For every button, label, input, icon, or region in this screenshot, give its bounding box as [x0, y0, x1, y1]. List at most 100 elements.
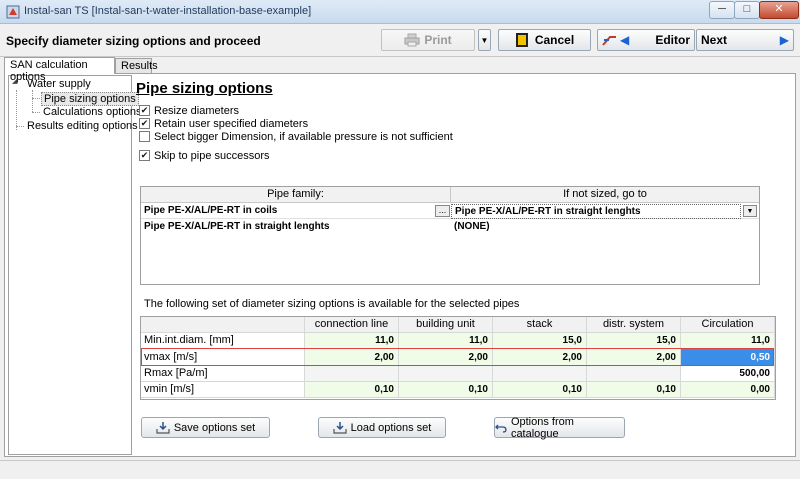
value-cell[interactable]: 11,0 [305, 333, 399, 349]
catalogue-label: Options from catalogue [510, 415, 574, 440]
column-header-pipe-family[interactable]: Pipe family: [141, 187, 451, 203]
value-cell-selected[interactable]: 0,50 [681, 349, 775, 366]
save-options-label: Save options set [173, 421, 256, 434]
row-label-vmin: vmin [m/s] [141, 382, 305, 398]
next-label: Next [701, 33, 728, 47]
table-row[interactable]: Pipe PE-X/AL/PE-RT in straight lenghts (… [141, 220, 759, 235]
value-cell[interactable]: 2,00 [587, 349, 681, 366]
value-cell[interactable]: 11,0 [681, 333, 775, 349]
tree-connector [16, 90, 17, 130]
tree-connector [32, 98, 40, 99]
value-cell[interactable]: 2,00 [493, 349, 587, 366]
chevron-down-icon: ▼ [480, 35, 489, 45]
cancel-label: Cancel [534, 33, 575, 47]
value-cell[interactable]: 15,0 [493, 333, 587, 349]
column-header-circulation[interactable]: Circulation [681, 317, 775, 333]
column-header-building-unit[interactable]: building unit [399, 317, 493, 333]
checkbox-label: Select bigger Dimension, if available pr… [154, 130, 453, 143]
save-options-set-button[interactable]: Save options set [141, 417, 270, 438]
print-label: Print [424, 33, 452, 47]
value-cell[interactable]: 0,10 [587, 382, 681, 398]
tree-item-pipe-sizing-options[interactable]: Pipe sizing options [41, 92, 139, 106]
checkbox-label: Resize diameters [154, 104, 239, 117]
skip-to-successors-checkbox[interactable]: ✔ Skip to pipe successors [139, 149, 270, 162]
row-label-min-int-diam: Min.int.diam. [mm] [141, 333, 305, 349]
checkbox-checked-icon[interactable]: ✔ [139, 105, 150, 116]
editor-button[interactable]: ◀ Editor [597, 29, 695, 51]
value-cell[interactable]: 2,00 [399, 349, 493, 366]
value-cell[interactable] [587, 366, 681, 382]
wizard-header: Specify diameter sizing options and proc… [0, 25, 800, 57]
print-dropdown-button[interactable]: ▼ [478, 29, 491, 51]
section-title: Pipe sizing options [136, 80, 273, 97]
value-cell[interactable] [493, 366, 587, 382]
printer-icon [404, 33, 420, 47]
row-label-rmax: Rmax [Pa/m] [141, 366, 305, 382]
value-cell[interactable]: 11,0 [399, 333, 493, 349]
retain-diameters-checkbox[interactable]: ✔ Retain user specified diameters [139, 117, 308, 130]
checkbox-checked-icon[interactable]: ✔ [139, 150, 150, 161]
cancel-button[interactable]: Cancel [498, 29, 591, 51]
sizing-options-grid: connection line building unit stack dist… [140, 316, 776, 400]
dropdown-button[interactable]: ▼ [743, 205, 757, 217]
value-cell[interactable]: 0,10 [399, 382, 493, 398]
value-cell[interactable] [305, 366, 399, 382]
pipe-family-cell[interactable]: Pipe PE-X/AL/PE-RT in straight lenghts [141, 220, 449, 235]
editor-label: Editor [655, 33, 690, 47]
column-header-distr-system[interactable]: distr. system [587, 317, 681, 333]
undo-arrow-icon [495, 424, 507, 433]
checkbox-unchecked-icon[interactable] [139, 131, 150, 142]
value-cell[interactable]: 0,10 [305, 382, 399, 398]
value-cell[interactable]: 500,00 [681, 366, 775, 382]
tree-connector [16, 126, 24, 127]
tree-item-calculations-options[interactable]: Calculations options [43, 106, 141, 118]
close-button[interactable]: ✕ [759, 1, 799, 19]
options-tree: ◢ Water supply Pipe sizing options Calcu… [8, 75, 141, 455]
load-options-set-button[interactable]: Load options set [318, 417, 446, 438]
checkbox-label: Skip to pipe successors [154, 149, 270, 162]
column-header-connection-line[interactable]: connection line [305, 317, 399, 333]
column-header-stack[interactable]: stack [493, 317, 587, 333]
resize-diameters-checkbox[interactable]: ✔ Resize diameters [139, 104, 239, 117]
arrow-right-icon: ▶ [779, 33, 789, 47]
app-logo-icon [6, 5, 20, 19]
tab-strip: SAN calculation options Results [0, 57, 800, 83]
value-cell[interactable] [399, 366, 493, 382]
value-cell[interactable]: 15,0 [587, 333, 681, 349]
value-cell[interactable]: 2,00 [305, 349, 399, 366]
tab-results[interactable]: Results [115, 58, 158, 74]
wizard-title: Specify diameter sizing options and proc… [6, 34, 261, 48]
value-cell[interactable]: 0,00 [681, 382, 775, 398]
maximize-button[interactable]: □ [734, 1, 760, 19]
pipe-family-cell[interactable]: Pipe PE-X/AL/PE-RT in coils [141, 204, 433, 219]
fallback-family-cell[interactable]: (NONE) [451, 220, 751, 235]
door-exit-icon [515, 33, 528, 47]
tree-item-results-editing-options[interactable]: Results editing options [27, 120, 138, 132]
load-options-label: Load options set [350, 421, 432, 434]
pipe-editor-icon [602, 36, 616, 46]
window-title: Instal-san TS [Instal-san-t-water-instal… [24, 5, 312, 17]
column-header-blank [141, 317, 305, 333]
arrow-left-icon: ◀ [620, 33, 630, 47]
checkbox-checked-icon[interactable]: ✔ [139, 118, 150, 129]
options-from-catalogue-button[interactable]: Options from catalogue [494, 415, 625, 440]
status-bar [0, 460, 800, 479]
pipe-family-grid: Pipe family: If not sized, go to Pipe PE… [140, 186, 760, 285]
options-info-text: The following set of diameter sizing opt… [144, 298, 520, 310]
fallback-family-select[interactable]: Pipe PE-X/AL/PE-RT in straight lenghts [451, 204, 741, 219]
select-bigger-dimension-checkbox[interactable]: Select bigger Dimension, if available pr… [139, 130, 453, 143]
tab-san-calculation-options[interactable]: SAN calculation options [4, 57, 115, 83]
save-tray-icon [156, 421, 170, 434]
row-label-vmax: vmax [m/s] [141, 349, 305, 366]
checkbox-label: Retain user specified diameters [154, 117, 309, 130]
minimize-button[interactable]: ─ [709, 1, 735, 19]
chevron-down-icon: ▼ [746, 208, 754, 215]
window-titlebar: Instal-san TS [Instal-san-t-water-instal… [0, 0, 800, 24]
column-header-if-not-sized[interactable]: If not sized, go to [451, 187, 759, 203]
tree-connector [32, 112, 40, 113]
table-row[interactable]: Pipe PE-X/AL/PE-RT in coils ... Pipe PE-… [141, 204, 759, 219]
next-button[interactable]: Next ▶ [696, 29, 794, 51]
value-cell[interactable]: 0,10 [493, 382, 587, 398]
browse-ellipsis-button[interactable]: ... [435, 205, 450, 217]
print-button[interactable]: Print [381, 29, 475, 51]
